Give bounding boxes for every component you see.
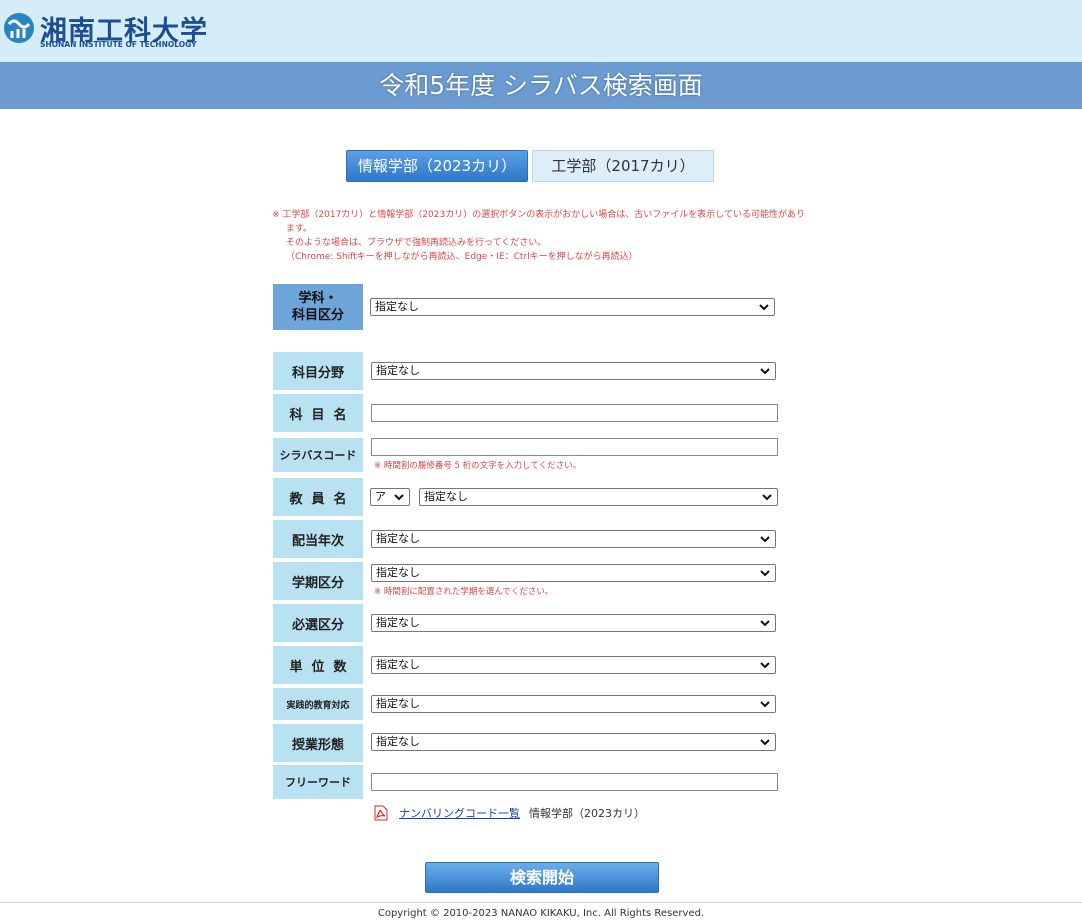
practical-education-select[interactable]: 指定なし (371, 695, 776, 713)
credits-label: 単位数 (273, 646, 363, 684)
required-elective-select[interactable]: 指定なし (371, 614, 776, 632)
instructor-kana-select[interactable]: ア (370, 488, 410, 506)
subject-field-select[interactable]: 指定なし (371, 362, 776, 380)
instructor-select[interactable]: 指定なし (419, 488, 778, 506)
syllabus-code-hint: ※ 時間割の履修番号 5 桁の文字を入力してください。 (374, 461, 582, 471)
semester-select[interactable]: 指定なし (371, 564, 776, 582)
instructor-select-value: 指定なし (424, 490, 468, 503)
department-label-line1: 学科・ (298, 291, 338, 306)
chevron-down-icon (758, 616, 772, 630)
semester-label: 学期区分 (273, 562, 363, 600)
page-title: 令和5年度 シラバス検索画面 (379, 71, 703, 100)
semester-hint: ※ 時間割に配置された学期を選んでください。 (374, 587, 554, 597)
chevron-down-icon (758, 532, 772, 546)
instructor-label: 教員名 (273, 478, 363, 516)
chevron-down-icon (758, 364, 772, 378)
chevron-down-icon (760, 490, 774, 504)
department-select-value: 指定なし (375, 300, 419, 313)
required-elective-label: 必選区分 (273, 604, 363, 642)
required-elective-select-value: 指定なし (376, 616, 420, 629)
department-label-line2: 科目区分 (291, 308, 344, 323)
department-label: 学科・ 科目区分 (273, 284, 363, 330)
class-format-select-value: 指定なし (376, 735, 420, 748)
chevron-down-icon (758, 566, 772, 580)
practical-education-select-value: 指定なし (376, 697, 420, 710)
notice-line: ます。 (286, 224, 313, 234)
free-word-input[interactable] (371, 773, 778, 791)
credits-select-value: 指定なし (376, 658, 420, 671)
notice-line: そのような場合は、ブラウザで強制再読込みを行ってください。 (286, 238, 547, 248)
semester-select-value: 指定なし (376, 566, 420, 579)
tab-engineering-faculty[interactable]: 工学部（2017カリ） (532, 150, 714, 182)
credits-select[interactable]: 指定なし (371, 656, 776, 674)
chevron-down-icon (757, 300, 771, 314)
title-bar: 令和5年度 シラバス検索画面 (0, 62, 1082, 109)
subject-field-select-value: 指定なし (376, 364, 420, 377)
instructor-kana-value: ア (375, 490, 386, 503)
search-button[interactable]: 検索開始 (425, 862, 659, 893)
syllabus-code-label: シラバスコード (273, 438, 363, 472)
chevron-down-icon (392, 490, 406, 504)
copyright: Copyright © 2010-2023 NANAO KIKAKU, Inc.… (377, 908, 705, 919)
syllabus-code-input[interactable] (371, 438, 778, 456)
subject-name-input[interactable] (371, 404, 778, 422)
grade-year-label: 配当年次 (273, 520, 363, 558)
grade-year-select[interactable]: 指定なし (371, 530, 776, 548)
tab-information-faculty[interactable]: 情報学部（2023カリ） (346, 150, 528, 182)
department-select[interactable]: 指定なし (370, 298, 775, 316)
numbering-code-link[interactable]: ナンバリングコード一覧 (399, 805, 520, 821)
subject-field-label: 科目分野 (273, 352, 363, 390)
browser-notice: ※ 工学部（2017カリ）と情報学部（2023カリ）の選択ボタンの表示がおかしい… (272, 208, 812, 264)
university-name-en: SHONAN INSTITUTE OF TECHNOLOGY (40, 40, 197, 49)
class-format-select[interactable]: 指定なし (371, 733, 776, 751)
numbering-code-faculty: 情報学部（2023カリ） (529, 807, 645, 820)
pdf-icon[interactable] (374, 805, 388, 821)
notice-line: （Chrome: Shiftキーを押しながら再読込、Edge・IE：Ctrlキー… (286, 252, 638, 262)
free-word-label: フリーワード (273, 765, 363, 799)
class-format-label: 授業形態 (273, 724, 363, 762)
practical-education-label: 実践的教育対応 (273, 688, 363, 720)
grade-year-select-value: 指定なし (376, 532, 420, 545)
chevron-down-icon (758, 735, 772, 749)
chevron-down-icon (758, 697, 772, 711)
top-bar: 湘南工科大学 SHONAN INSTITUTE OF TECHNOLOGY (0, 0, 1082, 62)
footer-divider (0, 902, 1082, 903)
notice-line: ※ 工学部（2017カリ）と情報学部（2023カリ）の選択ボタンの表示がおかしい… (272, 210, 805, 220)
chevron-down-icon (758, 658, 772, 672)
university-logo-mark-icon (4, 13, 34, 43)
university-logo[interactable]: 湘南工科大学 SHONAN INSTITUTE OF TECHNOLOGY (3, 10, 207, 52)
subject-name-label: 科目名 (273, 394, 363, 432)
